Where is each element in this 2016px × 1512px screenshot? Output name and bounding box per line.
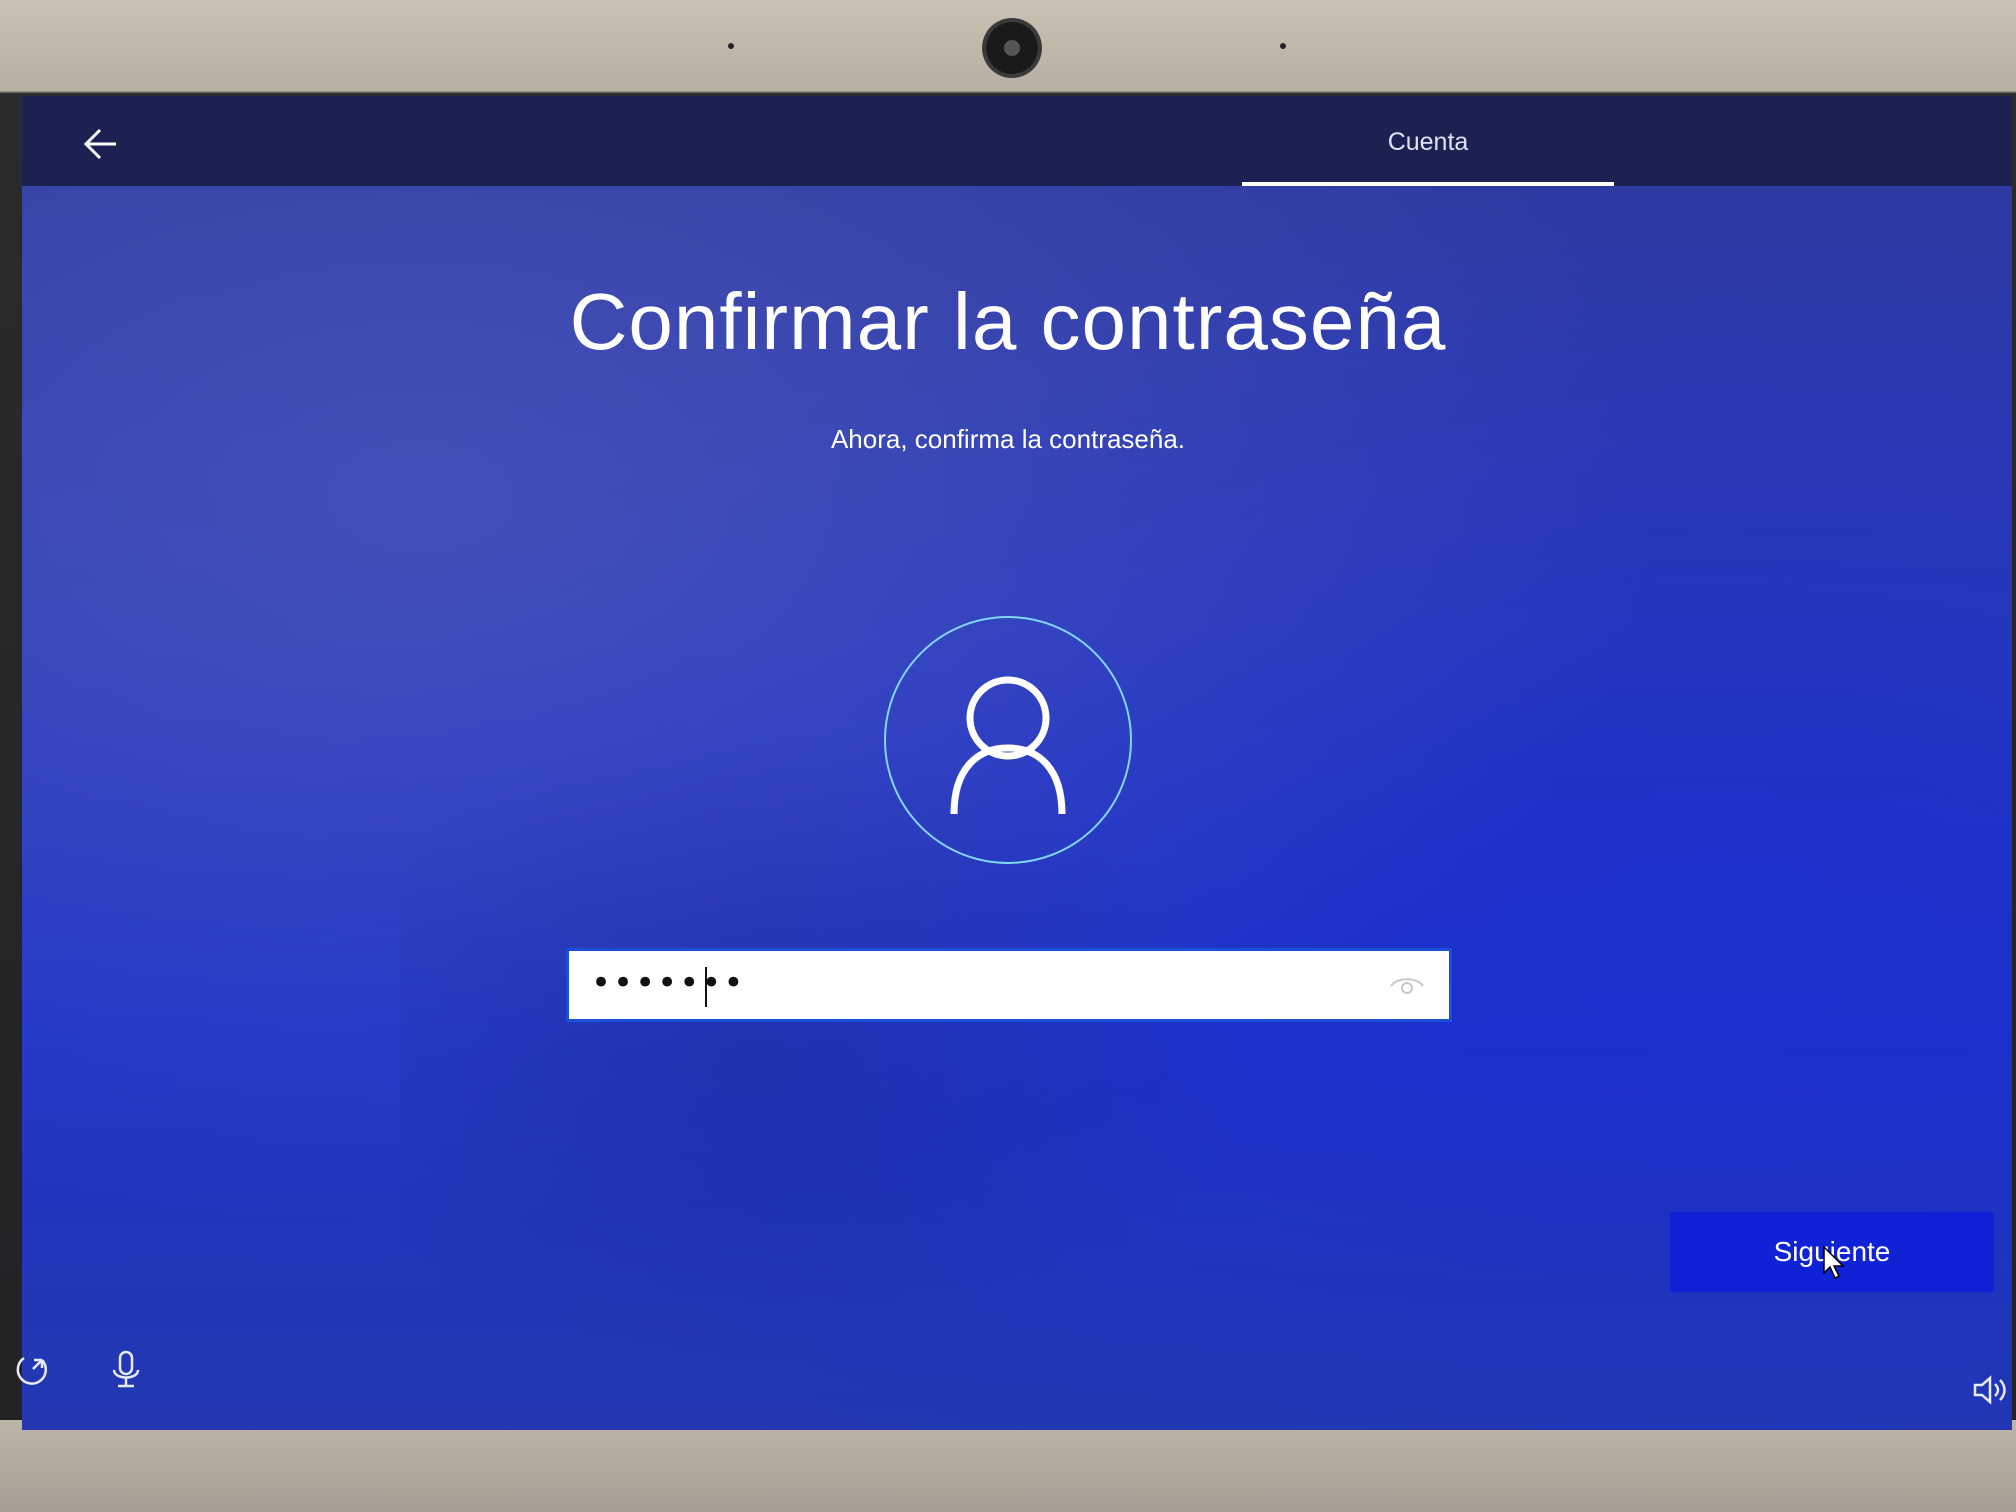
user-icon	[950, 676, 1066, 815]
laptop-bezel-bottom	[0, 1420, 2016, 1512]
arrow-left-icon	[83, 128, 116, 160]
tab-account[interactable]: Cuenta	[1242, 116, 1614, 186]
top-bar: Cuenta	[22, 96, 2012, 186]
sensor-dot	[1280, 43, 1286, 49]
volume-button[interactable]	[1972, 1374, 2008, 1406]
page-subtitle: Ahora, confirma la contraseña.	[830, 424, 1186, 454]
avatar	[884, 616, 1132, 864]
webcam	[982, 18, 1042, 78]
microphone-button[interactable]	[106, 1348, 148, 1390]
mouse-cursor-icon	[1823, 1245, 1845, 1280]
eye-icon	[1390, 978, 1424, 994]
volume-icon	[1973, 1375, 2006, 1405]
sensor-dot	[728, 43, 734, 49]
ease-of-access-button[interactable]	[12, 1348, 54, 1390]
microphone-icon	[112, 1350, 140, 1388]
text-caret	[705, 967, 707, 1007]
page-title: Confirmar la contraseña	[569, 276, 1447, 366]
password-value: •••••••	[591, 963, 746, 1003]
back-button[interactable]	[82, 124, 132, 164]
ease-of-access-icon	[16, 1356, 48, 1385]
reveal-password-button[interactable]	[1389, 973, 1425, 999]
password-field[interactable]: •••••••	[566, 948, 1452, 1022]
